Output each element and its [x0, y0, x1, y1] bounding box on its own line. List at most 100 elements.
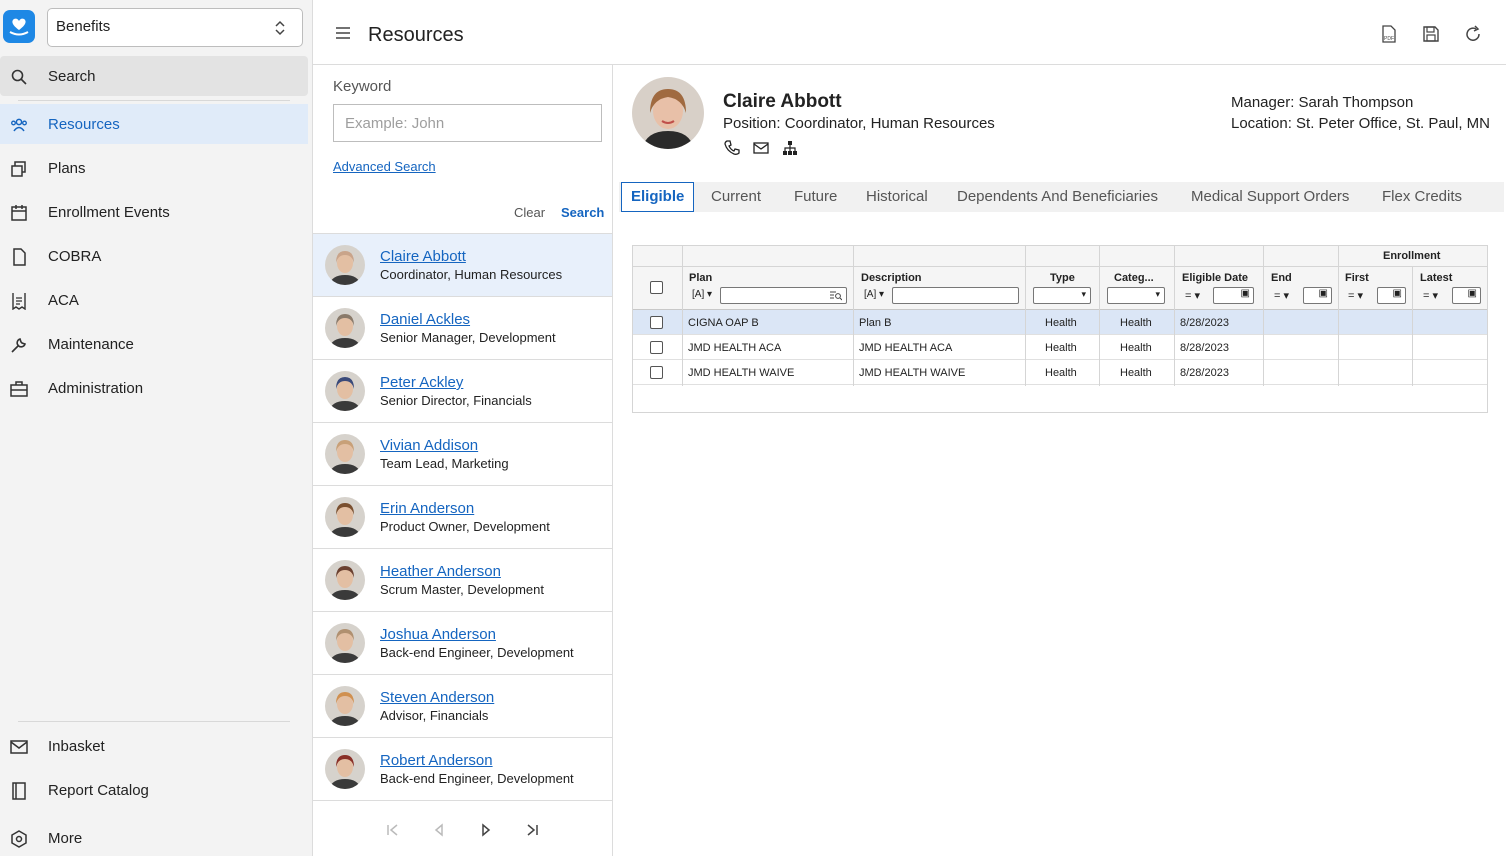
- plan-filter-input[interactable]: [720, 287, 847, 304]
- table-row[interactable]: JMD HEALTH ACA JMD HEALTH ACA Health Health…: [633, 335, 1487, 360]
- row-checkbox[interactable]: [650, 366, 663, 379]
- phone-icon[interactable]: [724, 140, 740, 156]
- advanced-search-link[interactable]: Advanced Search: [333, 159, 436, 174]
- resource-name-link[interactable]: Claire Abbott: [380, 248, 466, 265]
- latest-filter-operator[interactable]: = ▾: [1423, 289, 1438, 302]
- eligible-date-filter-input[interactable]: ▣: [1213, 287, 1254, 304]
- resource-name-link[interactable]: Steven Anderson: [380, 689, 494, 706]
- resource-name-link[interactable]: Daniel Ackles: [380, 311, 470, 328]
- resource-name-link[interactable]: Erin Anderson: [380, 500, 474, 517]
- cell-category: Health: [1120, 342, 1152, 354]
- refresh-icon[interactable]: [1464, 25, 1482, 43]
- column-divider: [1099, 246, 1100, 386]
- nav-item-more[interactable]: More: [0, 818, 308, 858]
- search-button[interactable]: Search: [561, 205, 604, 220]
- category-filter-select[interactable]: ▾: [1107, 287, 1165, 304]
- tab-historical[interactable]: Historical: [866, 182, 928, 212]
- avatar: [325, 686, 365, 726]
- grid-group-header: Enrollment: [633, 246, 1487, 267]
- tab-flex-credits[interactable]: Flex Credits: [1382, 182, 1462, 212]
- nav-item-administration[interactable]: Administration: [0, 368, 308, 408]
- row-checkbox[interactable]: [650, 316, 663, 329]
- resource-list-item[interactable]: Heather Anderson Scrum Master, Developmen…: [313, 548, 612, 611]
- resource-position: Back-end Engineer, Development: [380, 645, 574, 660]
- resource-list-item[interactable]: Erin Anderson Product Owner, Development: [313, 485, 612, 548]
- column-header-description[interactable]: Description: [861, 272, 922, 284]
- resource-list-item[interactable]: Daniel Ackles Senior Manager, Development: [313, 296, 612, 359]
- nav-item-maintenance[interactable]: Maintenance: [0, 324, 308, 364]
- resource-name-link[interactable]: Vivian Addison: [380, 437, 478, 454]
- avatar: [325, 560, 365, 600]
- nav-item-resources[interactable]: Resources: [0, 104, 308, 144]
- org-chart-icon[interactable]: [782, 140, 798, 156]
- description-filter-input[interactable]: [892, 287, 1019, 304]
- nav-item-plans[interactable]: Plans: [0, 148, 308, 188]
- tab-current[interactable]: Current: [711, 182, 761, 212]
- column-header-category[interactable]: Categ...: [1114, 272, 1154, 284]
- nav-item-aca[interactable]: ACA: [0, 280, 308, 320]
- table-row[interactable]: JMD HEALTH WAIVE JMD HEALTH WAIVE Health He…: [633, 360, 1487, 385]
- end-filter-input[interactable]: ▣: [1303, 287, 1332, 304]
- resource-name-link[interactable]: Joshua Anderson: [380, 626, 496, 643]
- resource-list-item[interactable]: Vivian Addison Team Lead, Marketing: [313, 422, 612, 485]
- app-logo-icon[interactable]: [3, 10, 35, 43]
- nav-search[interactable]: Search: [0, 56, 308, 96]
- column-header-plan[interactable]: Plan: [689, 272, 712, 284]
- tab-eligible[interactable]: Eligible: [621, 182, 695, 212]
- resource-name-link[interactable]: Robert Anderson: [380, 752, 493, 769]
- resource-list-item[interactable]: Joshua Anderson Back-end Engineer, Develo…: [313, 611, 612, 674]
- clear-button[interactable]: Clear: [514, 205, 545, 220]
- last-page-icon[interactable]: [524, 822, 540, 838]
- eligible-date-filter-operator[interactable]: = ▾: [1185, 289, 1200, 302]
- keyword-input[interactable]: [333, 104, 602, 142]
- column-header-end[interactable]: End: [1271, 272, 1292, 284]
- calendar-icon: ▣: [1392, 288, 1402, 299]
- row-checkbox[interactable]: [650, 341, 663, 354]
- resource-list-item[interactable]: Steven Anderson Advisor, Financials: [313, 674, 612, 737]
- previous-page-icon[interactable]: [431, 822, 447, 838]
- column-header-eligible-date[interactable]: Eligible Date: [1182, 272, 1248, 284]
- cell-type: Health: [1045, 342, 1077, 354]
- calendar-icon: ▣: [1467, 288, 1477, 299]
- cell-plan: CIGNA OAP B: [688, 317, 759, 329]
- nav-item-cobra[interactable]: COBRA: [0, 236, 308, 276]
- cell-type: Health: [1045, 367, 1077, 379]
- first-filter-operator[interactable]: = ▾: [1348, 289, 1363, 302]
- nav-item-inbasket[interactable]: Inbasket: [0, 726, 308, 766]
- end-filter-operator[interactable]: = ▾: [1274, 289, 1289, 302]
- select-all-checkbox[interactable]: [650, 281, 663, 294]
- resource-position: Team Lead, Marketing: [380, 456, 509, 471]
- tab-future[interactable]: Future: [794, 182, 837, 212]
- cell-category: Health: [1120, 367, 1152, 379]
- resource-list-item[interactable]: Robert Anderson Back-end Engineer, Develo…: [313, 737, 612, 800]
- resource-name-link[interactable]: Peter Ackley: [380, 374, 463, 391]
- avatar: [325, 434, 365, 474]
- resource-list-item[interactable]: Peter Ackley Senior Director, Financials: [313, 359, 612, 422]
- first-filter-input[interactable]: ▣: [1377, 287, 1406, 304]
- column-header-latest[interactable]: Latest: [1420, 272, 1452, 284]
- latest-filter-input[interactable]: ▣: [1452, 287, 1481, 304]
- nav-item-report-catalog[interactable]: Report Catalog: [0, 770, 308, 810]
- type-filter-select[interactable]: ▾: [1033, 287, 1091, 304]
- plan-filter-operator[interactable]: [A] ▾: [692, 289, 712, 300]
- resource-name-link[interactable]: Heather Anderson: [380, 563, 501, 580]
- column-header-first[interactable]: First: [1345, 272, 1369, 284]
- profile-position: Position: Coordinator, Human Resources: [723, 115, 995, 132]
- table-row[interactable]: CIGNA OAP B Plan B Health Health 8/28/2023: [633, 310, 1487, 335]
- calendar-icon: ▣: [1318, 288, 1328, 299]
- nav-item-label: Enrollment Events: [48, 203, 170, 221]
- column-header-type[interactable]: Type: [1050, 272, 1075, 284]
- module-select[interactable]: Benefits: [47, 8, 303, 47]
- resource-list-item[interactable]: Claire Abbott Coordinator, Human Resource…: [313, 233, 612, 296]
- tab-medical-support-orders[interactable]: Medical Support Orders: [1191, 182, 1349, 212]
- nav-item-enrollment-events[interactable]: Enrollment Events: [0, 192, 308, 232]
- first-page-icon[interactable]: [385, 822, 401, 838]
- nav-item-label: More: [48, 829, 83, 847]
- tab-dependents-and-beneficiaries[interactable]: Dependents And Beneficiaries: [957, 182, 1158, 212]
- pdf-export-icon[interactable]: PDF: [1380, 25, 1398, 43]
- next-page-icon[interactable]: [478, 822, 494, 838]
- save-icon[interactable]: [1422, 25, 1440, 43]
- description-filter-operator[interactable]: [A] ▾: [864, 289, 884, 300]
- email-icon[interactable]: [753, 140, 769, 156]
- menu-icon[interactable]: [336, 27, 350, 39]
